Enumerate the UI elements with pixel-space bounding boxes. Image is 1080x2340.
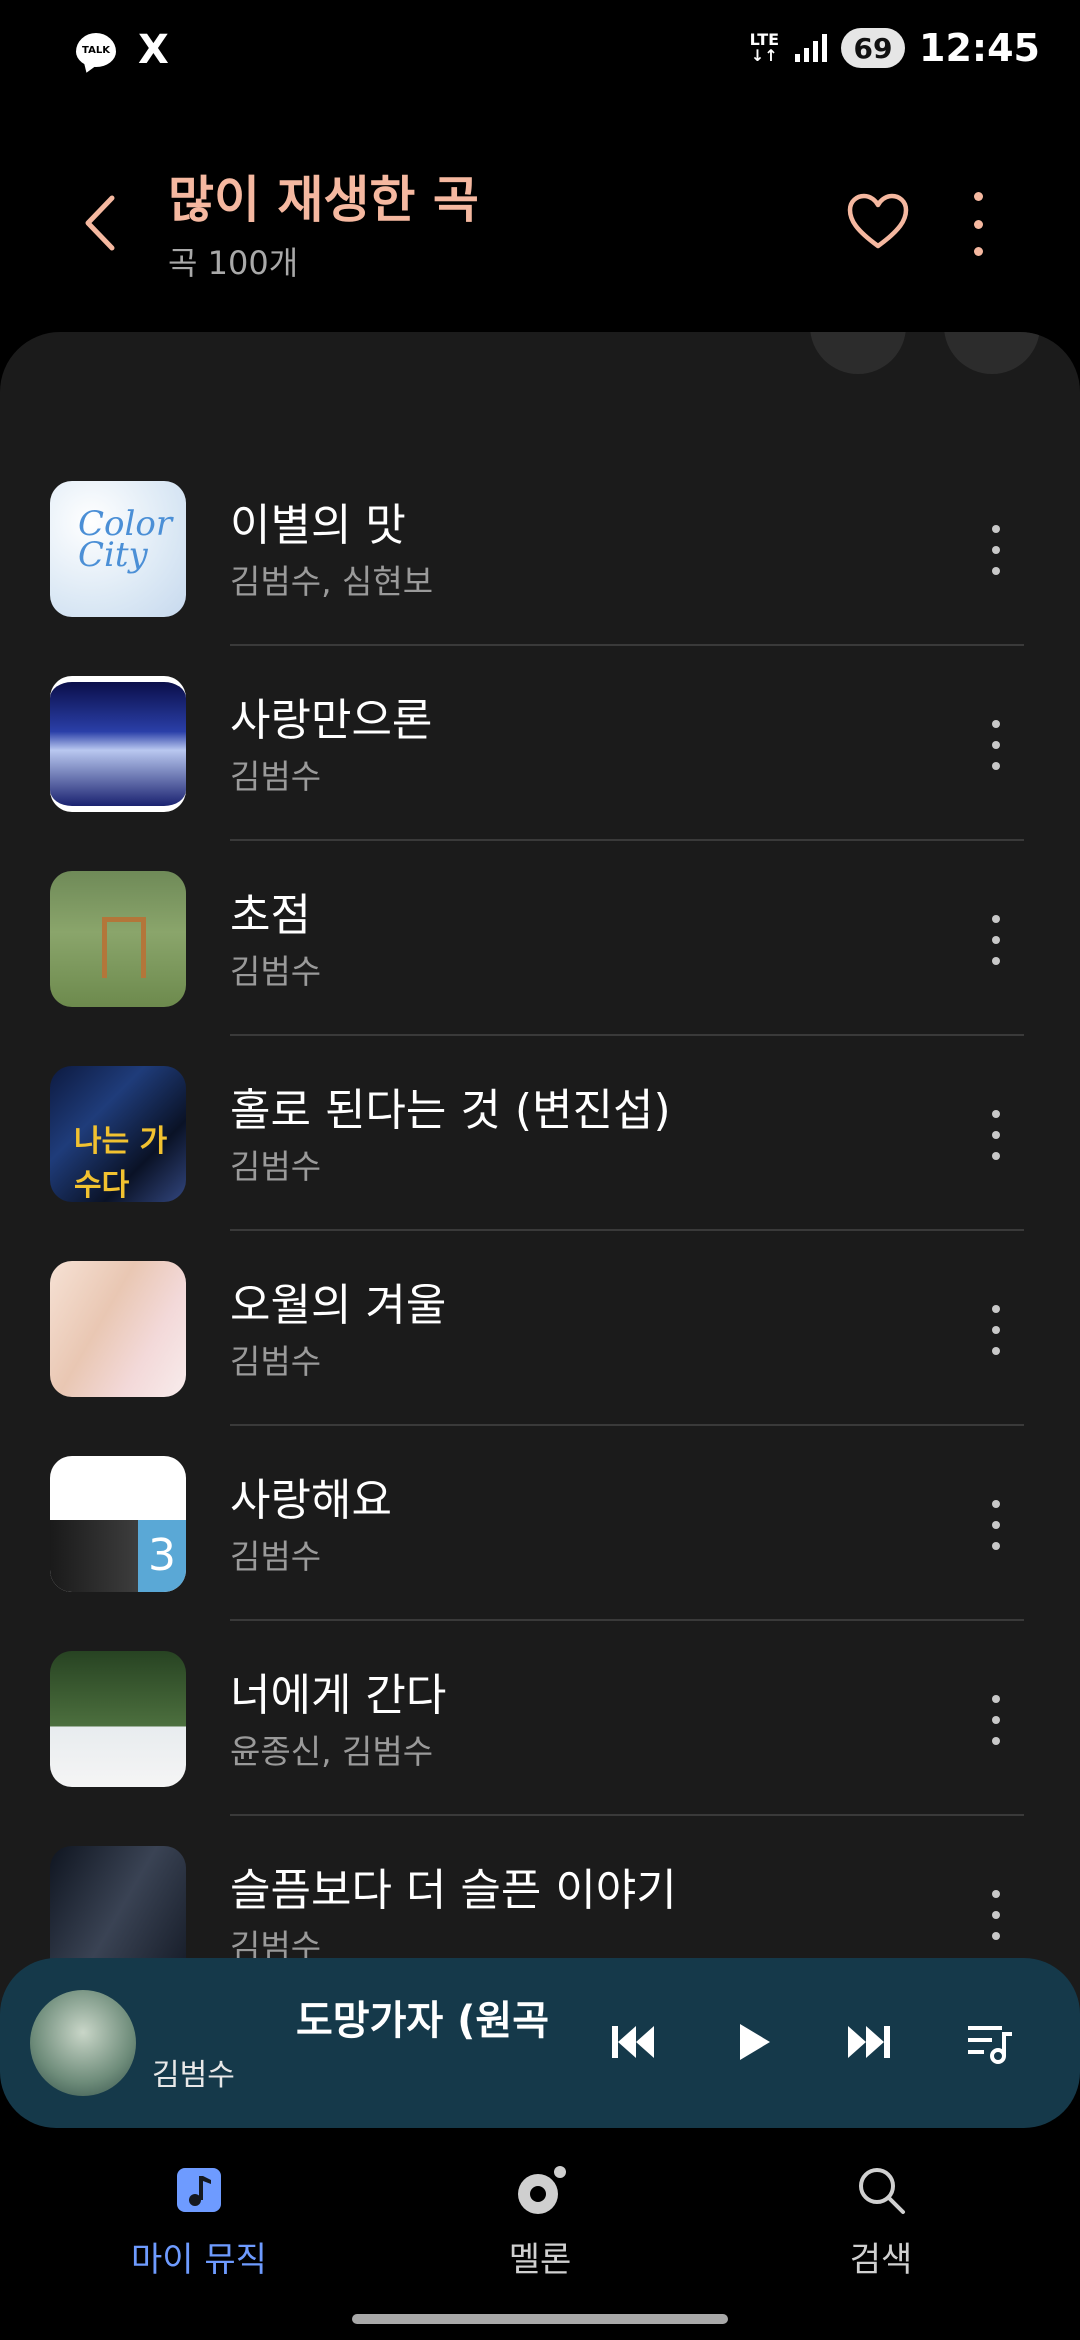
- song-artist: 김범수: [230, 1342, 322, 1381]
- play-all-button[interactable]: [944, 332, 1040, 374]
- status-bar: TALK X LTE ↓↑ 69 12:45: [0, 0, 1080, 110]
- x-icon: X: [138, 27, 169, 73]
- song-row[interactable]: 초점 김범수: [0, 871, 1080, 1065]
- page-title: 많이 재생한 곡: [168, 171, 479, 229]
- album-art: [50, 676, 186, 812]
- song-artist: 김범수: [230, 757, 322, 796]
- divider: [230, 1619, 1024, 1621]
- album-art: [50, 1651, 186, 1787]
- signal-icon: [795, 34, 828, 62]
- song-count: 곡 100개: [168, 244, 299, 282]
- song-artist: 김범수: [230, 1537, 322, 1576]
- music-note-icon: [177, 2168, 221, 2212]
- album-art: [50, 1456, 186, 1592]
- song-more-button[interactable]: [984, 1305, 1008, 1355]
- song-more-button[interactable]: [984, 720, 1008, 770]
- mini-player[interactable]: 도망가자 (원곡 김범수: [0, 1958, 1080, 2128]
- album-art: 나는 가수다: [50, 1066, 186, 1202]
- song-title: 사랑만으론: [230, 695, 433, 746]
- song-more-button[interactable]: [984, 1890, 1008, 1940]
- song-more-button[interactable]: [984, 1695, 1008, 1745]
- song-artist: 윤종신, 김범수: [230, 1732, 434, 1771]
- home-indicator[interactable]: [352, 2314, 728, 2324]
- divider: [230, 1424, 1024, 1426]
- album-art: [50, 1261, 186, 1397]
- now-playing-artist: 김범수: [152, 2058, 235, 2093]
- song-title: 오월의 겨울: [230, 1280, 447, 1331]
- header-more-button[interactable]: [960, 192, 996, 256]
- song-more-button[interactable]: [984, 1110, 1008, 1160]
- now-playing-art: [30, 1990, 136, 2096]
- song-list-panel: Color City 이별의 맛 김범수, 심현보 사랑만으론 김범수 초점 김…: [0, 332, 1080, 2032]
- song-artist: 김범수, 심현보: [230, 562, 434, 601]
- song-row[interactable]: 나는 가수다 홀로 된다는 것 (변진섭) 김범수: [0, 1066, 1080, 1260]
- song-more-button[interactable]: [984, 915, 1008, 965]
- kakaotalk-icon: TALK: [76, 33, 116, 67]
- divider: [230, 1814, 1024, 1816]
- song-artist: 김범수: [230, 1147, 322, 1186]
- song-title: 사랑해요: [230, 1475, 392, 1526]
- song-title: 초점: [230, 890, 311, 941]
- bottom-navigation: 마이 뮤직 멜론 검색: [0, 2140, 1080, 2280]
- song-row[interactable]: 사랑만으론 김범수: [0, 676, 1080, 870]
- divider: [230, 839, 1024, 841]
- shuffle-button[interactable]: [810, 332, 906, 374]
- back-button[interactable]: [72, 188, 128, 258]
- tab-my-music[interactable]: 마이 뮤직: [79, 2160, 319, 2281]
- play-icon[interactable]: [720, 2010, 784, 2074]
- song-title: 너에게 간다: [230, 1670, 447, 1721]
- song-row[interactable]: Color City 이별의 맛 김범수, 심현보: [0, 481, 1080, 675]
- tab-search[interactable]: 검색: [761, 2160, 1001, 2281]
- song-row[interactable]: 오월의 겨울 김범수: [0, 1261, 1080, 1455]
- album-art: Color City: [50, 481, 186, 617]
- album-art: [50, 871, 186, 1007]
- previous-icon[interactable]: [600, 2010, 664, 2074]
- search-icon: [859, 2168, 905, 2214]
- song-title: 슬픔보다 더 슬픈 이야기: [230, 1865, 677, 1916]
- battery-indicator: 69: [841, 28, 906, 68]
- page-header: 많이 재생한 곡 곡 100개: [0, 130, 1080, 310]
- clock: 12:45: [919, 26, 1040, 70]
- tab-melon[interactable]: 멜론: [420, 2160, 660, 2281]
- divider: [230, 1229, 1024, 1231]
- now-playing-title: 도망가자 (원곡: [296, 1998, 550, 2044]
- song-artist: 김범수: [230, 952, 322, 991]
- song-more-button[interactable]: [984, 525, 1008, 575]
- melon-icon: [518, 2166, 566, 2214]
- song-title: 이별의 맛: [230, 500, 406, 551]
- song-title: 홀로 된다는 것 (변진섭): [230, 1085, 671, 1136]
- song-row[interactable]: 너에게 간다 윤종신, 김범수: [0, 1651, 1080, 1845]
- next-icon[interactable]: [838, 2010, 902, 2074]
- divider: [230, 644, 1024, 646]
- network-indicator: LTE ↓↑: [749, 30, 780, 65]
- song-more-button[interactable]: [984, 1500, 1008, 1550]
- divider: [230, 1034, 1024, 1036]
- song-row[interactable]: 사랑해요 김범수: [0, 1456, 1080, 1650]
- playlist-icon[interactable]: [958, 2010, 1022, 2074]
- like-button[interactable]: [846, 192, 910, 252]
